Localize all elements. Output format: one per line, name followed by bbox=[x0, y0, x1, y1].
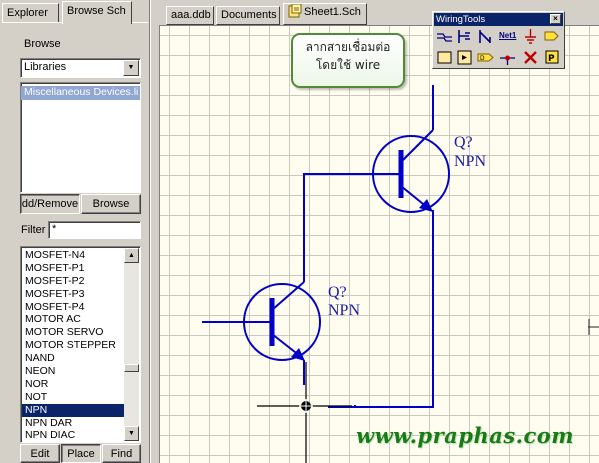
junction-icon[interactable] bbox=[499, 49, 516, 66]
callout-line-2: โดยใช้ wire bbox=[315, 58, 381, 72]
place-part-icon[interactable] bbox=[543, 28, 560, 45]
sheet-symbol-icon[interactable] bbox=[436, 49, 453, 66]
place-wire-icon[interactable] bbox=[436, 28, 453, 45]
port-icon[interactable]: D bbox=[477, 49, 494, 66]
callout-line-1: ลากสายเชื่อมต่อ bbox=[305, 40, 391, 54]
tab-browse-sch-label: Browse Sch bbox=[67, 5, 126, 17]
wire-q2-emitter-down bbox=[354, 210, 434, 408]
close-icon[interactable]: × bbox=[550, 14, 561, 24]
q1-type: NPN bbox=[328, 302, 361, 319]
power-port-icon[interactable] bbox=[522, 28, 539, 45]
wiring-tools-titlebar[interactable]: WiringTools × bbox=[434, 13, 563, 26]
svg-text:P: P bbox=[548, 54, 555, 64]
transistor-q2 bbox=[372, 129, 450, 213]
bus-entry-icon[interactable] bbox=[477, 28, 494, 45]
wire-q1-collector-to-q2-base bbox=[303, 173, 372, 282]
q1-designator: Q? bbox=[328, 284, 347, 301]
q2-designator: Q? bbox=[454, 134, 473, 151]
crosshair-cursor-icon bbox=[299, 399, 313, 413]
q2-type: NPN bbox=[454, 153, 487, 170]
no-erc-icon[interactable] bbox=[522, 49, 539, 66]
wiring-tools-palette[interactable]: WiringTools × Net1 D P bbox=[432, 11, 565, 69]
tab-browse-sch[interactable]: Browse Sch bbox=[62, 1, 132, 24]
wiring-tools-title: WiringTools bbox=[436, 14, 486, 25]
sheet-entry-icon[interactable] bbox=[456, 49, 473, 66]
place-bus-icon[interactable] bbox=[456, 28, 473, 45]
watermark: www.praphas.com bbox=[356, 423, 574, 448]
instruction-callout: ลากสายเชื่อมต่อ โดยใช้ wire bbox=[291, 33, 405, 88]
net-label-icon[interactable]: Net1 bbox=[499, 29, 518, 46]
svg-text:D: D bbox=[480, 55, 485, 62]
pcb-layout-directive-icon[interactable]: P bbox=[543, 49, 560, 66]
transistor-q1 bbox=[243, 281, 321, 361]
